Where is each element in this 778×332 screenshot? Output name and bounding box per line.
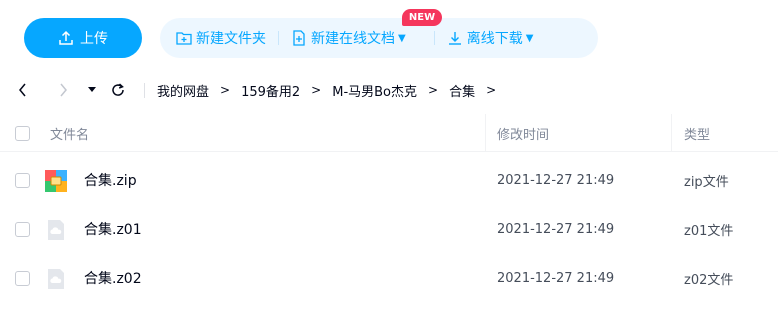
offline-download-button[interactable]: 离线下载 ▼ [447,28,534,48]
column-divider [671,114,672,152]
history-dropdown-icon[interactable] [88,72,96,108]
table-header: 文件名 修改时间 类型 [0,114,778,152]
chevron-down-icon: ▼ [525,32,534,44]
new-online-doc-label: 新建在线文档 [311,31,395,47]
file-type: z02文件 [684,272,734,288]
breadcrumb-separator: > [220,83,231,97]
unknown-file-icon [45,268,67,290]
chevron-down-icon: ▼ [398,32,406,44]
file-type: z01文件 [684,223,734,239]
breadcrumb-item[interactable]: 159备用2 [241,81,300,100]
new-online-doc-button[interactable]: 新建在线文档 ▼ [291,28,406,48]
file-modified-time: 2021-12-27 21:49 [497,221,615,237]
row-checkbox[interactable] [15,271,30,286]
file-name[interactable]: 合集.z01 [84,204,142,254]
refresh-icon[interactable] [110,72,126,108]
new-folder-label: 新建文件夹 [196,31,266,47]
breadcrumb-separator: > [428,83,439,97]
download-icon [448,32,461,45]
upload-icon [59,30,73,45]
table-row[interactable]: 合集.zip 2021-12-27 21:49 zip文件 [0,155,778,205]
column-divider [485,114,486,152]
breadcrumb-item[interactable]: 合集 [449,81,475,100]
file-name[interactable]: 合集.z02 [84,253,142,303]
table-row[interactable]: 合集.z01 2021-12-27 21:49 z01文件 [0,204,778,254]
back-icon[interactable] [18,72,28,108]
column-header-modified[interactable]: 修改时间 [497,114,549,152]
folder-plus-icon [176,32,192,45]
unknown-file-icon [45,219,67,241]
divider [278,31,279,45]
row-checkbox[interactable] [15,173,30,188]
breadcrumb: 我的网盘 > 159备用2 > M-马男Bo杰克 > 合集 > [157,72,507,108]
upload-button[interactable]: 上传 [24,18,142,58]
column-header-name[interactable]: 文件名 [50,114,89,152]
document-plus-icon [293,30,305,46]
zip-archive-icon [45,170,67,192]
file-type: zip文件 [684,174,729,190]
breadcrumb-separator: > [311,83,322,97]
breadcrumb-bar: 我的网盘 > 159备用2 > M-马男Bo杰克 > 合集 > [0,72,778,108]
column-header-type[interactable]: 类型 [684,114,710,152]
file-modified-time: 2021-12-27 21:49 [497,172,615,188]
divider [144,83,145,98]
new-badge: NEW [402,9,442,26]
breadcrumb-item[interactable]: 我的网盘 [157,81,209,100]
breadcrumb-separator: > [486,83,497,97]
select-all-checkbox[interactable] [15,126,30,141]
table-row[interactable]: 合集.z02 2021-12-27 21:49 z02文件 [0,253,778,303]
upload-label: 上传 [80,31,108,47]
breadcrumb-item[interactable]: M-马男Bo杰克 [332,81,417,100]
file-modified-time: 2021-12-27 21:49 [497,270,615,286]
toolbar: 上传 新建文件夹 新建在线文档 ▼ 离线下载 ▼ NEW [0,0,778,78]
row-checkbox[interactable] [15,222,30,237]
forward-icon[interactable] [58,72,68,108]
file-name[interactable]: 合集.zip [84,155,137,205]
divider [433,31,435,45]
new-folder-button[interactable]: 新建文件夹 [176,28,266,48]
action-group: 新建文件夹 新建在线文档 ▼ 离线下载 ▼ [160,18,598,58]
offline-download-label: 离线下载 [466,31,523,47]
